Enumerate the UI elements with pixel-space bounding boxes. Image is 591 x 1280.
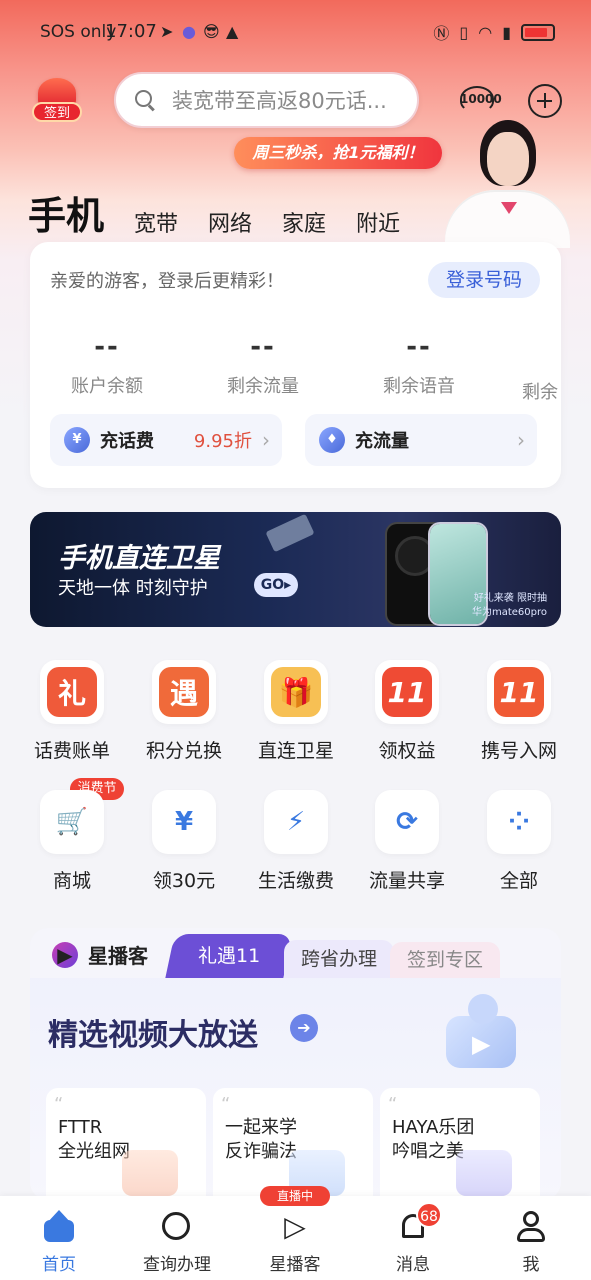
live-badge: 直播中 <box>260 1186 330 1206</box>
live-title[interactable]: ▶ 星播客 <box>42 940 148 969</box>
grid-port-in[interactable]: 11 携号入网 <box>469 660 569 763</box>
power-drop-icon: ⚡ <box>286 807 306 837</box>
grid-all[interactable]: ⁘ 全部 <box>469 790 569 893</box>
alert-icon: ▮ <box>502 22 511 42</box>
stat-balance[interactable]: -- 账户余额 <box>42 332 172 398</box>
video-camera-icon: ▶ <box>428 986 538 1076</box>
battery-icon <box>521 23 555 41</box>
video-card[interactable]: “ HAYA乐团 吟唱之美 <box>380 1088 540 1200</box>
live-headline: 精选视频大放送 <box>48 1018 258 1053</box>
home-icon <box>42 1210 76 1244</box>
live-section: ▶ 星播客 礼遇11 跨省办理 签到专区 精选视频大放送 ➔ ▶ “ FTTR 全… <box>30 928 561 1200</box>
user-icon <box>514 1210 548 1244</box>
search-icon <box>134 89 156 111</box>
nfc-icon: Ⓝ <box>433 24 450 43</box>
stat-data[interactable]: -- 剩余流量 <box>198 332 328 398</box>
video-card[interactable]: “ 一起来学 反诈骗法 <box>213 1088 373 1200</box>
banner-title: 手机直连卫星 <box>58 543 220 574</box>
nav-home[interactable]: 首页 <box>9 1210 109 1275</box>
arrow-right-icon[interactable]: ➔ <box>290 1014 318 1042</box>
satellite-icon <box>265 513 315 553</box>
nav-me[interactable]: 我 <box>481 1210 581 1275</box>
promo-banner[interactable]: 周三秒杀，抢1元福利！ <box>234 137 442 169</box>
login-button[interactable]: 登录号码 <box>428 262 540 298</box>
vibrate-icon: ▯ <box>459 22 469 42</box>
checkin-label: 签到 <box>32 102 82 122</box>
gift-icon: 礼 <box>47 667 97 717</box>
nav-messages[interactable]: 消息 <box>363 1210 463 1275</box>
service-agent-avatar[interactable] <box>445 118 570 248</box>
share-icon: ⟳ <box>396 807 418 837</box>
tab-family[interactable]: 家庭 <box>282 206 326 240</box>
data-icon: ♦ <box>319 427 345 453</box>
recharge-data-button[interactable]: ♦ 充流量 › <box>305 414 537 466</box>
clock: 17:07 <box>105 21 157 42</box>
satellite-banner[interactable]: 手机直连卫星 天地一体 时刻守护 GO▸ 好礼来袭 限时抽 华为mate60pr… <box>30 512 561 627</box>
telegram-icon: ➤ <box>160 22 174 41</box>
grid-data-share[interactable]: ⟳ 流量共享 <box>357 790 457 893</box>
app-icon: 😎 <box>203 22 220 41</box>
play-icon: ▷ <box>284 1210 306 1243</box>
banner-caption: 好礼来袭 限时抽 华为mate60pro <box>471 593 547 618</box>
stat-voice[interactable]: -- 剩余语音 <box>354 332 484 398</box>
money-bag-icon: ¥ <box>174 807 194 837</box>
search-bar[interactable]: 装宽带至高返80元话... <box>114 72 419 128</box>
account-card: 亲爱的游客，登录后更精彩！ 登录号码 -- 账户余额 -- 剩余流量 -- 剩余… <box>30 242 561 488</box>
grid-points[interactable]: 遇 积分兑换 <box>134 660 234 763</box>
app-icon: ● <box>182 22 196 41</box>
tab-nearby[interactable]: 附近 <box>356 206 400 240</box>
live-tab-checkin[interactable]: 签到专区 <box>390 942 500 978</box>
chevron-right-icon: › <box>262 428 270 452</box>
grid-satellite[interactable]: 🎁 直连卫星 <box>246 660 346 763</box>
category-tabs: 手机 宽带 网络 家庭 附近 <box>28 185 430 240</box>
stat-more[interactable]: 剩余 <box>522 332 561 404</box>
tab-phone[interactable]: 手机 <box>28 185 104 240</box>
live-tab-crossprovince[interactable]: 跨省办理 <box>284 940 394 978</box>
chevron-right-icon: › <box>517 428 525 452</box>
eleven-icon: 11 <box>494 667 544 717</box>
checkin-button[interactable]: 签到 <box>30 78 84 124</box>
banner-subtitle: 天地一体 时刻守护 <box>58 578 208 599</box>
recharge-fee-button[interactable]: ¥ 充话费 9.95折 › <box>50 414 282 466</box>
hotline-number: 10000 <box>460 92 502 106</box>
grid-bill[interactable]: 礼 话费账单 <box>22 660 122 763</box>
grid-benefits[interactable]: 11 领权益 <box>357 660 457 763</box>
tab-broadband[interactable]: 宽带 <box>134 206 178 240</box>
nav-live[interactable]: ▷ 星播客 <box>245 1210 345 1275</box>
play-icon <box>122 1150 178 1196</box>
coin-icon: ¥ <box>64 427 90 453</box>
grid-mall[interactable]: 🛒 商城 <box>22 790 122 893</box>
giftbox-icon: 🎁 <box>271 667 321 717</box>
go-button[interactable]: GO▸ <box>254 573 298 597</box>
points-icon: 遇 <box>159 667 209 717</box>
message-count-badge: 68 <box>416 1202 442 1228</box>
play-icon <box>456 1150 512 1196</box>
add-button[interactable] <box>528 84 562 118</box>
cart-icon: 🛒 <box>55 807 89 837</box>
wifi-icon: ◠ <box>478 22 493 42</box>
play-icon: ▶ <box>52 941 78 968</box>
bottom-nav: 首页 查询办理 ▷ 星播客 消息 我 <box>0 1196 591 1280</box>
live-tab-gift[interactable]: 礼遇11 <box>165 934 293 978</box>
video-card[interactable]: “ FTTR 全光组网 <box>46 1088 206 1200</box>
discount-text: 9.95折 <box>193 431 252 452</box>
grid-bills[interactable]: ⚡ 生活缴费 <box>246 790 346 893</box>
search-placeholder: 装宽带至高返80元话... <box>172 89 387 113</box>
grid-coupon[interactable]: ¥ 领30元 <box>134 790 234 893</box>
eleven-icon: 11 <box>382 667 432 717</box>
search-icon <box>160 1210 194 1244</box>
app-icon: ▲ <box>226 22 239 41</box>
hotline-button[interactable]: 10000 <box>458 86 502 112</box>
nav-query[interactable]: 查询办理 <box>127 1210 227 1275</box>
status-bar: SOS only 17:07 ➤ ● 😎 ▲ Ⓝ ▯ ◠ ▮ <box>0 0 591 62</box>
tab-network[interactable]: 网络 <box>208 206 252 240</box>
apps-icon: ⁘ <box>508 807 530 837</box>
welcome-text: 亲爱的游客，登录后更精彩！ <box>50 271 284 292</box>
